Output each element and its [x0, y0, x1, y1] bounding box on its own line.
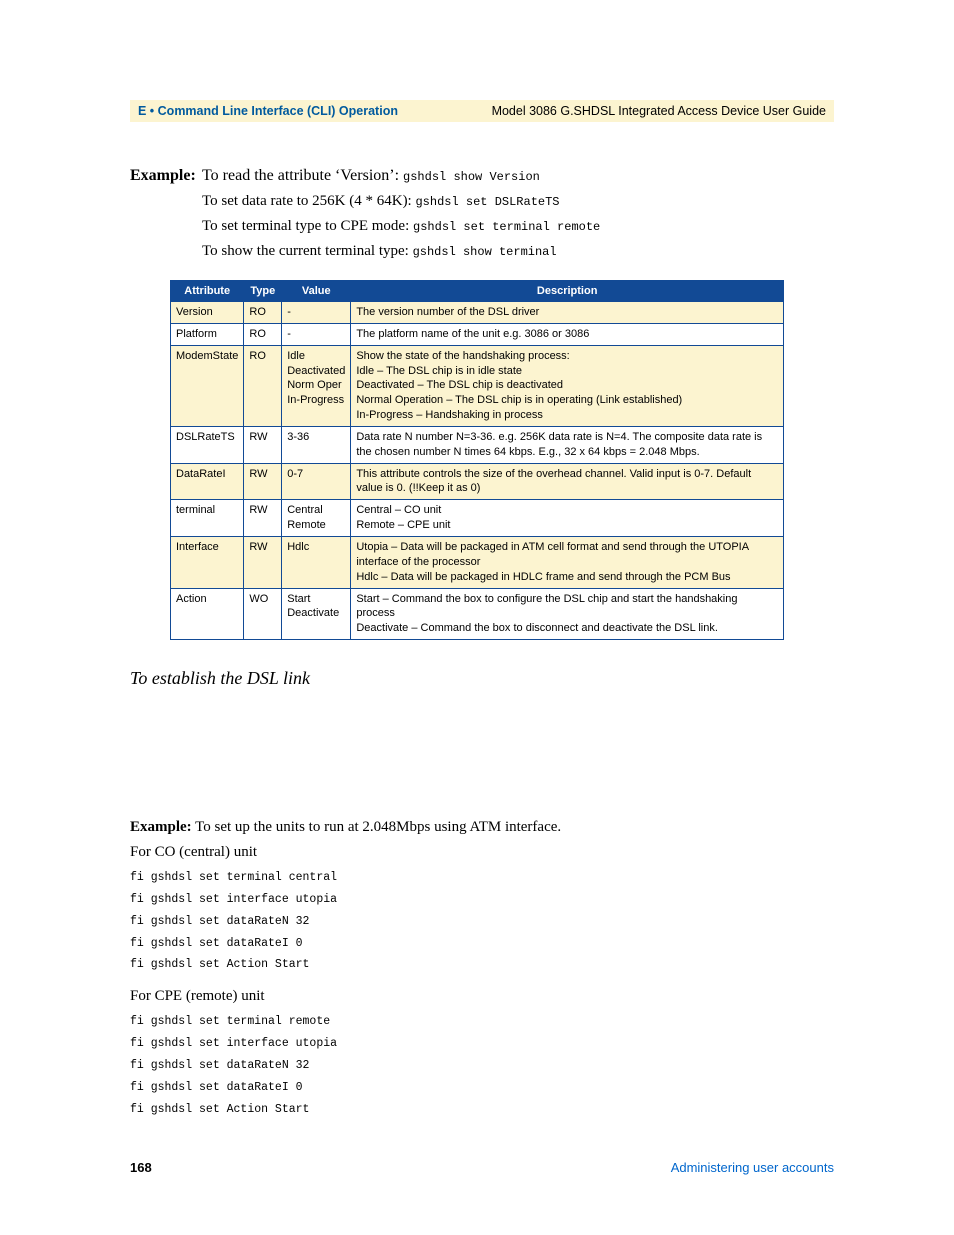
example2-line: Example: To set up the units to run at 2…	[130, 819, 834, 836]
table-row: VersionRO-The version number of the DSL …	[171, 302, 784, 324]
command-line: fi gshdsl set interface utopia	[130, 889, 834, 911]
example-cmd-1: gshdsl set DSLRateTS	[415, 195, 559, 209]
table-cell: RW	[244, 426, 282, 463]
attribute-table: Attribute Type Value Description Version…	[170, 280, 784, 640]
table-cell: RW	[244, 463, 282, 500]
table-row: PlatformRO-The platform name of the unit…	[171, 323, 784, 345]
example-row-2: To set terminal type to CPE mode: gshdsl…	[202, 218, 834, 235]
table-cell: The version number of the DSL driver	[351, 302, 784, 324]
table-cell: Utopia – Data will be packaged in ATM ce…	[351, 536, 784, 588]
header-doc-title: Model 3086 G.SHDSL Integrated Access Dev…	[492, 104, 826, 118]
table-cell: Data rate N number N=3-36. e.g. 256K dat…	[351, 426, 784, 463]
co-heading: For CO (central) unit	[130, 844, 834, 861]
table-cell: Central – CO unit Remote – CPE unit	[351, 500, 784, 537]
example-label: Example:	[130, 167, 202, 185]
table-cell: Action	[171, 588, 244, 640]
table-row: InterfaceRWHdlcUtopia – Data will be pac…	[171, 536, 784, 588]
example-desc-3: To show the current terminal type:	[202, 243, 413, 259]
table-cell: Idle Deactivated Norm Oper In-Progress	[282, 345, 351, 426]
table-cell: RO	[244, 323, 282, 345]
table-cell: RO	[244, 345, 282, 426]
table-cell: The platform name of the unit e.g. 3086 …	[351, 323, 784, 345]
table-cell: Platform	[171, 323, 244, 345]
table-cell: Start – Command the box to configure the…	[351, 588, 784, 640]
co-command-list: fi gshdsl set terminal centralfi gshdsl …	[130, 867, 834, 976]
header-section-title: E • Command Line Interface (CLI) Operati…	[138, 104, 398, 118]
example-row-3: To show the current terminal type: gshds…	[202, 243, 834, 260]
example-cmd-3: gshdsl show terminal	[413, 245, 557, 259]
table-cell: terminal	[171, 500, 244, 537]
cpe-command-list: fi gshdsl set terminal remotefi gshdsl s…	[130, 1011, 834, 1120]
footer-link[interactable]: Administering user accounts	[671, 1160, 834, 1175]
section-heading: To establish the DSL link	[130, 668, 834, 689]
th-type: Type	[244, 281, 282, 302]
table-header-row: Attribute Type Value Description	[171, 281, 784, 302]
page-number: 168	[130, 1160, 152, 1175]
page-header: E • Command Line Interface (CLI) Operati…	[130, 100, 834, 122]
command-line: fi gshdsl set dataRateN 32	[130, 1055, 834, 1077]
table-cell: Show the state of the handshaking proces…	[351, 345, 784, 426]
table-cell: 0-7	[282, 463, 351, 500]
table-cell: RW	[244, 536, 282, 588]
table-cell: Central Remote	[282, 500, 351, 537]
table-cell: DSLRateTS	[171, 426, 244, 463]
page-footer: 168 Administering user accounts	[130, 1160, 834, 1175]
example-desc-2: To set terminal type to CPE mode:	[202, 218, 413, 234]
example-cmd-0: gshdsl show Version	[403, 170, 540, 184]
example2-label: Example:	[130, 819, 192, 835]
table-cell: Interface	[171, 536, 244, 588]
table-cell: WO	[244, 588, 282, 640]
example-desc-0: To read the attribute ‘Version’:	[202, 167, 403, 184]
example-cmd-2: gshdsl set terminal remote	[413, 220, 600, 234]
table-row: terminalRWCentral RemoteCentral – CO uni…	[171, 500, 784, 537]
command-line: fi gshdsl set dataRateI 0	[130, 933, 834, 955]
table-cell: Hdlc	[282, 536, 351, 588]
command-line: fi gshdsl set dataRateN 32	[130, 911, 834, 933]
table-row: DataRateIRW0-7This attribute controls th…	[171, 463, 784, 500]
example-row-1: To set data rate to 256K (4 * 64K): gshd…	[202, 193, 834, 210]
table-cell: This attribute controls the size of the …	[351, 463, 784, 500]
table-cell: -	[282, 323, 351, 345]
table-cell: Start Deactivate	[282, 588, 351, 640]
table-row: DSLRateTSRW3-36Data rate N number N=3-36…	[171, 426, 784, 463]
th-description: Description	[351, 281, 784, 302]
table-row: ActionWOStart DeactivateStart – Command …	[171, 588, 784, 640]
table-row: ModemStateROIdle Deactivated Norm Oper I…	[171, 345, 784, 426]
th-value: Value	[282, 281, 351, 302]
table-cell: Version	[171, 302, 244, 324]
example2-text: To set up the units to run at 2.048Mbps …	[195, 819, 561, 835]
command-line: fi gshdsl set terminal remote	[130, 1011, 834, 1033]
table-cell: RO	[244, 302, 282, 324]
th-attribute: Attribute	[171, 281, 244, 302]
example-text-0: To read the attribute ‘Version’: gshdsl …	[202, 167, 834, 185]
command-line: fi gshdsl set terminal central	[130, 867, 834, 889]
table-cell: -	[282, 302, 351, 324]
command-line: fi gshdsl set dataRateI 0	[130, 1077, 834, 1099]
example-desc-1: To set data rate to 256K (4 * 64K):	[202, 193, 415, 209]
table-cell: DataRateI	[171, 463, 244, 500]
table-cell: RW	[244, 500, 282, 537]
cpe-heading: For CPE (remote) unit	[130, 988, 834, 1005]
example-row-0: Example: To read the attribute ‘Version’…	[130, 167, 834, 185]
command-line: fi gshdsl set interface utopia	[130, 1033, 834, 1055]
command-line: fi gshdsl set Action Start	[130, 954, 834, 976]
table-cell: ModemState	[171, 345, 244, 426]
command-line: fi gshdsl set Action Start	[130, 1099, 834, 1121]
table-cell: 3-36	[282, 426, 351, 463]
